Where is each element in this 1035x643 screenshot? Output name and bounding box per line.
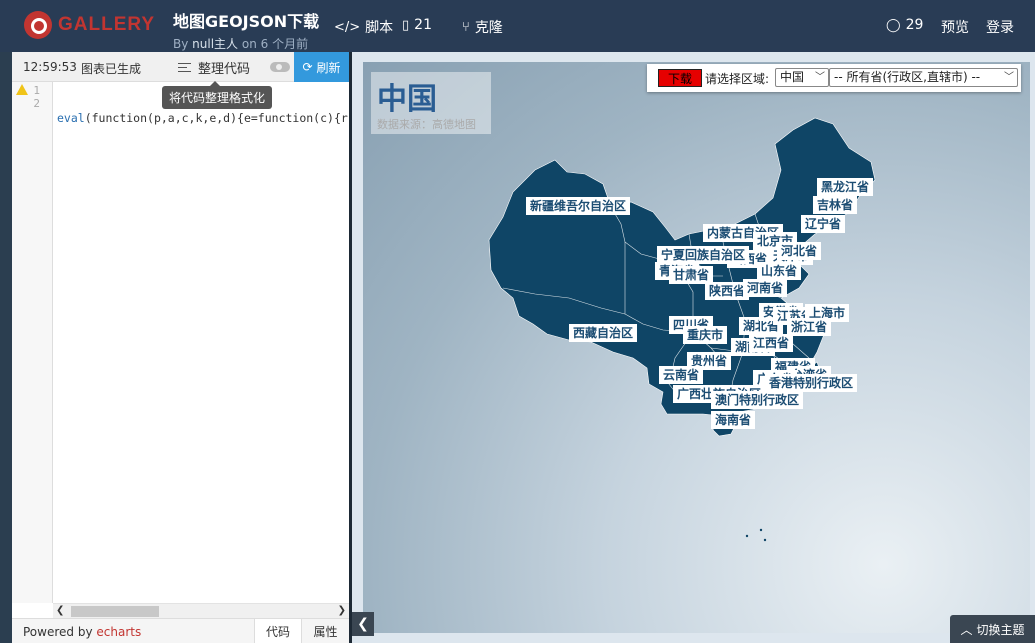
gutter-line-1: 1 (12, 84, 53, 97)
top-header: GALLERY 地图GEOJSON下载 By null主人 on 6 个月前 <… (0, 0, 1035, 52)
scroll-left-icon[interactable]: ❮ (56, 605, 64, 616)
chevron-up-icon: ︿ (960, 622, 973, 637)
map-subtitle: 数据来源：高德地图 (377, 118, 476, 131)
byline-prefix: By (173, 37, 193, 51)
editor-footer: Powered by echarts 代码 属性 (12, 618, 349, 643)
app: GALLERY 地图GEOJSON下载 By null主人 on 6 个月前 <… (0, 0, 1035, 643)
tab-code[interactable]: 代码 (254, 619, 301, 643)
preview-panel: 新疆维吾尔自治区西藏自治区内蒙古自治区黑龙江省吉林省辽宁省北京市天津市河北省山西… (352, 52, 1035, 643)
province-label[interactable]: 浙江省 (787, 318, 832, 336)
generated-status: 图表已生成 (81, 62, 142, 76)
forks-button[interactable]: ▯ 21 (402, 17, 432, 33)
line-number: 2 (33, 97, 40, 110)
title-block: 地图GEOJSON下载 By null主人 on 6 个月前 (173, 8, 319, 52)
china-map[interactable] (363, 62, 1030, 633)
province-label[interactable]: 江西省 (749, 334, 794, 352)
echarts-link[interactable]: echarts (96, 625, 141, 639)
logo-text: GALLERY (58, 14, 156, 35)
byline-date: on 6 个月前 (238, 37, 309, 51)
comments-count: 29 (905, 17, 924, 33)
map-title: 中国 (377, 82, 437, 117)
code-line: eval(function(p,a,c,k,e,d){e=function(c)… (57, 112, 349, 125)
forks-count: 21 (414, 17, 432, 33)
country-select[interactable]: 中国 ﹀ (775, 68, 829, 87)
clone-label: 克隆 (474, 20, 503, 36)
province-label[interactable]: 重庆市 (683, 326, 728, 344)
generated-time: 12:59:53 (23, 60, 77, 74)
scroll-right-icon[interactable]: ❯ (338, 605, 346, 616)
province-label[interactable]: 西藏自治区 (569, 324, 638, 342)
gallery-logo[interactable]: GALLERY (24, 11, 155, 39)
province-label[interactable]: 山东省 (757, 262, 802, 280)
code-icon: </> (334, 19, 361, 35)
south-sea-island (745, 534, 749, 538)
horizontal-scrollbar[interactable]: ❮ ❯ (53, 603, 349, 618)
line-gutter: 1 2 (12, 82, 53, 603)
province-label[interactable]: 澳门特别行政区 (711, 391, 804, 409)
chevron-down-icon: ﹀ (1004, 72, 1014, 83)
code-panel: 12:59:53 图表已生成 整理代码 ⟳ 刷新 1 2 eval(functi… (12, 52, 349, 643)
province-label[interactable]: 河南省 (743, 279, 788, 297)
branch-icon: ⑂ (462, 19, 470, 35)
region-controls: 下载 请选择区域: 中国 ﹀ -- 所有省(行政区,直辖市) -- ﹀ (647, 64, 1021, 92)
clone-button[interactable]: ⑂ 克隆 (462, 17, 503, 37)
refresh-button[interactable]: ⟳ 刷新 (294, 52, 349, 82)
map-canvas[interactable]: 新疆维吾尔自治区西藏自治区内蒙古自治区黑龙江省吉林省辽宁省北京市天津市河北省山西… (363, 62, 1030, 633)
warning-icon[interactable] (16, 84, 28, 95)
province-label[interactable]: 新疆维吾尔自治区 (526, 197, 631, 215)
comment-icon: ◯ (886, 17, 901, 33)
province-label[interactable]: 云南省 (659, 366, 704, 384)
province-value: -- 所有省(行政区,直辖市) -- (834, 70, 981, 84)
tab-properties[interactable]: 属性 (301, 619, 349, 643)
preview-label: 预览 (941, 20, 969, 36)
province-label[interactable]: 黑龙江省 (817, 178, 874, 196)
format-code-button[interactable]: 整理代码 (178, 58, 250, 77)
powered-by: Powered by echarts (23, 625, 141, 639)
line-number: 1 (33, 84, 40, 97)
gutter-line-2: 2 (12, 97, 53, 110)
auto-run-toggle[interactable] (270, 62, 290, 72)
code-text: (function(p,a,c,k,e,d){e=function(c){r (84, 111, 348, 125)
province-select[interactable]: -- 所有省(行政区,直辖市) -- ﹀ (829, 68, 1018, 87)
powered-prefix: Powered by (23, 625, 97, 639)
country-value: 中国 (780, 70, 805, 84)
refresh-label: 刷新 (316, 60, 341, 75)
logo-icon (24, 11, 52, 39)
download-button[interactable]: 下载 (658, 69, 702, 87)
province-label[interactable]: 海南省 (711, 411, 756, 429)
author-link[interactable]: null主人 (192, 37, 238, 51)
login-button[interactable]: 登录 (986, 17, 1014, 37)
format-tooltip: 将代码整理格式化 (162, 81, 273, 109)
south-sea-island (763, 538, 767, 542)
province-label[interactable]: 河北省 (777, 242, 822, 260)
region-label: 请选择区域: (705, 72, 770, 86)
switch-theme-label: 切换主题 (976, 622, 1025, 637)
preview-button[interactable]: 预览 (941, 17, 969, 37)
script-button[interactable]: </> 脚本 (334, 17, 393, 37)
code-editor[interactable]: eval(function(p,a,c,k,e,d){e=function(c)… (57, 82, 349, 603)
province-label[interactable]: 吉林省 (813, 196, 858, 214)
collapse-panel-button[interactable]: ❮ (352, 612, 374, 636)
map-title-box: 中国 数据来源：高德地图 (371, 72, 491, 134)
login-label: 登录 (986, 20, 1014, 36)
chevron-down-icon: ﹀ (815, 72, 825, 83)
scrollbar-thumb[interactable] (71, 606, 159, 617)
code-keyword: eval (57, 111, 85, 125)
format-lines-icon (178, 62, 191, 73)
page-title: 地图GEOJSON下载 (173, 12, 320, 31)
province-label[interactable]: 辽宁省 (801, 215, 846, 233)
byline: By null主人 on 6 个月前 (173, 35, 319, 52)
province-label[interactable]: 香港特别行政区 (765, 374, 858, 392)
editor-toolbar: 12:59:53 图表已生成 整理代码 ⟳ 刷新 (12, 52, 349, 82)
format-code-label: 整理代码 (198, 62, 251, 77)
switch-theme-button[interactable]: ︿ 切换主题 (950, 615, 1035, 643)
comments-button[interactable]: ◯ 29 (886, 17, 923, 33)
script-label: 脚本 (365, 20, 394, 36)
south-sea-island (759, 528, 763, 532)
fork-count-icon: ▯ (402, 17, 410, 33)
refresh-icon: ⟳ (302, 60, 313, 74)
